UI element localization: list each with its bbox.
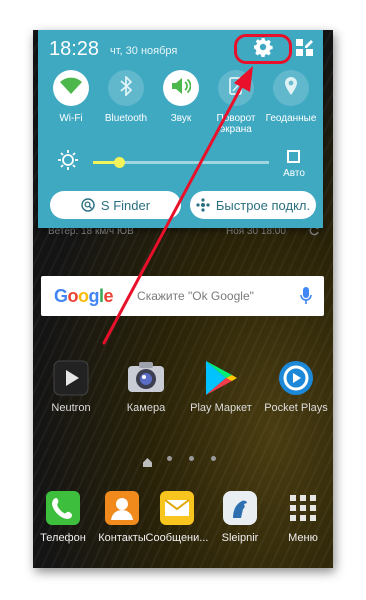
auto-brightness-label: Авто [283, 168, 305, 179]
toggle-label: Bluetooth [104, 113, 148, 124]
settings-button[interactable] [234, 34, 292, 64]
wifi-icon [60, 77, 82, 100]
clock: 18:28 [49, 38, 100, 60]
speaker-icon [171, 77, 192, 100]
phone-screen: Ветер: 18 км/ч ЮВ Ноя 30 18:00 Google Ск… [33, 30, 333, 568]
google-search-bar[interactable]: Google Скажите "Ok Google" [41, 276, 324, 316]
pocket-plays-icon [276, 358, 316, 398]
app-label: Neutron [51, 402, 91, 414]
app-play-market[interactable]: Play Маркет [184, 358, 258, 414]
auto-brightness-checkbox[interactable] [287, 150, 300, 163]
location-icon [284, 76, 298, 101]
quick-connect-button[interactable]: Быстрое подкл. [190, 191, 316, 219]
rotate-icon [227, 76, 245, 101]
apps-grid-icon [283, 488, 323, 528]
toggle-bluetooth[interactable]: Bluetooth [98, 70, 154, 124]
gear-icon [253, 37, 273, 62]
s-finder-button[interactable]: S Finder [50, 191, 181, 219]
page-dot [167, 456, 172, 461]
brightness-slider[interactable] [93, 157, 269, 168]
app-label: Play Маркет [190, 402, 252, 414]
quick-connect-label: Быстрое подкл. [215, 197, 311, 213]
weather-widget[interactable]: Ветер: 18 км/ч ЮВ Ноя 30 18:00 [33, 225, 333, 240]
neutron-icon [51, 358, 91, 398]
app-label: Камера [126, 402, 166, 414]
camera-icon [126, 358, 166, 398]
toggle-label: Звук [170, 113, 192, 124]
notification-panel: 18:28 чт, 30 ноября Wi-Fi Bluetooth Звук… [38, 30, 323, 228]
quick-connect-icon [196, 198, 210, 212]
brightness-row: Авто [38, 146, 323, 180]
grid-edit-icon[interactable] [296, 39, 314, 57]
app-pocket-plays[interactable]: Pocket Plays [259, 358, 333, 414]
app-row: Neutron Камера Play Маркет Pocket Plays [33, 358, 333, 418]
home-page-icon [143, 454, 152, 472]
toggle-location[interactable]: Геоданные [263, 70, 319, 124]
search-icon [81, 198, 95, 212]
app-camera[interactable]: Камера [109, 358, 183, 414]
sleipnir-icon [220, 488, 260, 528]
page-indicator [143, 456, 223, 467]
dock: Телефон Контакты Сообщени... Sleipnir Ме… [33, 488, 333, 564]
play-store-icon [201, 358, 241, 398]
page-dot [189, 456, 194, 461]
toggle-sound[interactable]: Звук [153, 70, 209, 124]
brightness-icon [58, 150, 78, 175]
google-logo: Google [54, 285, 114, 306]
phone-icon [43, 488, 83, 528]
mic-icon[interactable] [300, 287, 312, 305]
contacts-icon [102, 488, 142, 528]
brightness-slider-thumb[interactable] [114, 157, 126, 168]
date: чт, 30 ноября [110, 45, 178, 57]
toggle-rotate[interactable]: Поворот экрана [208, 70, 264, 135]
toggle-label: Wi-Fi [59, 113, 83, 124]
quick-toggles: Wi-Fi Bluetooth Звук Поворот экрана Геод… [38, 70, 323, 140]
toggle-wifi[interactable]: Wi-Fi [43, 70, 99, 124]
search-hint: Скажите "Ok Google" [137, 289, 254, 303]
panel-header: 18:28 чт, 30 ноября [38, 30, 323, 64]
app-label: Pocket Plays [264, 402, 328, 414]
dock-menu[interactable]: Меню [266, 488, 333, 544]
toggle-label: Геоданные [265, 113, 317, 124]
bluetooth-icon [120, 74, 133, 101]
app-neutron[interactable]: Neutron [34, 358, 108, 414]
s-finder-label: S Finder [100, 197, 151, 213]
app-label: Меню [288, 532, 318, 544]
messages-icon [157, 488, 197, 528]
page-dot [211, 456, 216, 461]
toggle-label: Поворот экрана [216, 113, 256, 135]
